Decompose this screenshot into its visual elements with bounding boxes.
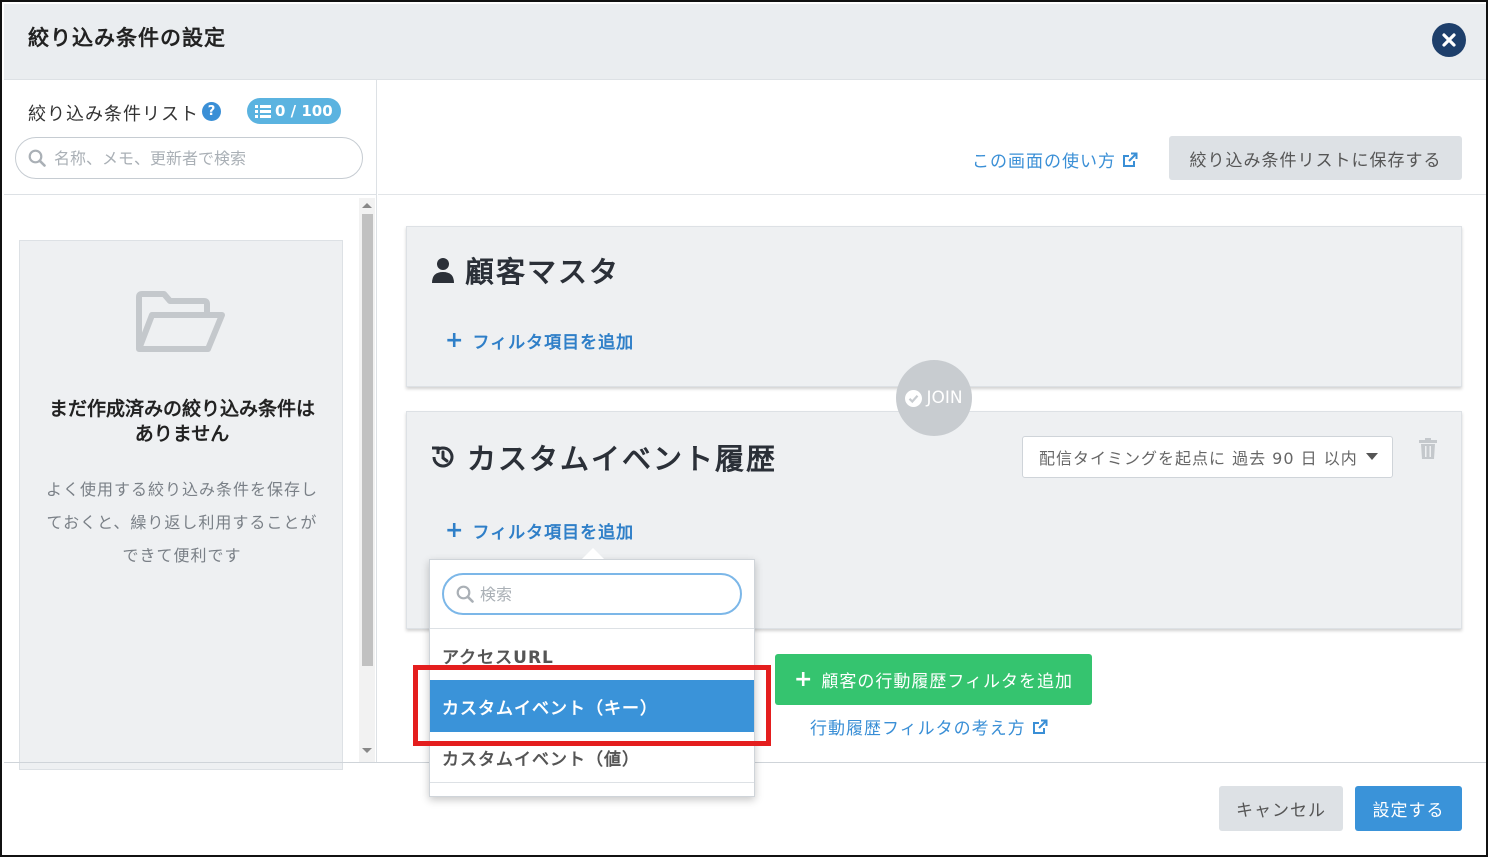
search-icon bbox=[28, 149, 46, 167]
scroll-down-arrow[interactable] bbox=[362, 748, 372, 753]
howto-link[interactable]: この画面の使い方 bbox=[972, 147, 1138, 172]
sidebar-scrollbar[interactable] bbox=[359, 198, 375, 762]
add-filter-label: フィルタ項目を追加 bbox=[472, 333, 635, 353]
filter-list-sidebar: 絞り込み条件リスト ? 0 / 100 まだ作成済みの絞り込み条件はありません bbox=[4, 80, 377, 770]
toolbar-divider bbox=[378, 194, 1486, 195]
timing-select-value: 配信タイミングを起点に 過去 90 日 以内 bbox=[1039, 449, 1358, 468]
timing-select[interactable]: 配信タイミングを起点に 過去 90 日 以内 bbox=[1022, 436, 1393, 478]
external-link-icon bbox=[1123, 152, 1138, 167]
filter-count: 0 / 100 bbox=[275, 102, 333, 120]
dropdown-search-input[interactable] bbox=[480, 584, 730, 604]
custom-event-history-title: カスタムイベント履歴 bbox=[429, 436, 777, 478]
dropdown-item-access-url[interactable]: アクセスURL bbox=[430, 638, 754, 672]
check-circle-icon bbox=[905, 389, 923, 407]
custom-event-history-title-text: カスタムイベント履歴 bbox=[467, 442, 778, 476]
modal-title: 絞り込み条件の設定 bbox=[28, 26, 226, 50]
dropdown-item-custom-event-value[interactable]: カスタムイベント（値） bbox=[430, 738, 754, 776]
plus-icon: + bbox=[445, 517, 465, 543]
plus-icon: + bbox=[793, 666, 814, 692]
filter-count-badge: 0 / 100 bbox=[247, 98, 341, 124]
filter-settings-modal: 絞り込み条件の設定 絞り込み条件リスト ? 0 / 100 名称、メモ、更新者で… bbox=[0, 0, 1488, 857]
user-icon bbox=[432, 258, 454, 283]
customer-master-title-text: 顧客マスタ bbox=[465, 255, 621, 289]
dropdown-divider bbox=[430, 628, 754, 629]
apply-button[interactable]: 設定する bbox=[1355, 786, 1462, 831]
scroll-thumb[interactable] bbox=[362, 214, 373, 666]
external-link-icon bbox=[1032, 719, 1048, 734]
filter-list-title: 絞り込み条件リスト bbox=[28, 104, 199, 125]
add-filter-item-button-2[interactable]: + フィルタ項目を追加 bbox=[445, 518, 634, 543]
add-filter-item-button[interactable]: + フィルタ項目を追加 bbox=[445, 328, 634, 353]
join-label: JOIN bbox=[926, 388, 963, 408]
howto-link-label: この画面の使い方 bbox=[972, 152, 1116, 172]
join-badge: JOIN bbox=[896, 360, 972, 436]
empty-state-description: よく使用する絞り込み条件を保存しておくと、繰り返し利用することができて便利です bbox=[45, 480, 318, 565]
empty-state-title: まだ作成済みの絞り込み条件はありません bbox=[48, 398, 315, 445]
empty-state-panel: まだ作成済みの絞り込み条件はありません よく使用する絞り込み条件を保存しておくと… bbox=[19, 240, 343, 770]
delete-card-button[interactable] bbox=[1419, 438, 1437, 463]
behavior-history-filter-guide-label: 行動履歴フィルタの考え方 bbox=[810, 719, 1026, 739]
filter-item-dropdown: アクセスURL カスタムイベント（キー） カスタムイベント（値） bbox=[429, 559, 755, 797]
caret-down-icon bbox=[1365, 453, 1378, 460]
list-icon bbox=[255, 104, 271, 118]
add-behavior-history-filter-button[interactable]: + 顧客の行動履歴フィルタを追加 bbox=[775, 654, 1092, 705]
search-icon bbox=[456, 585, 474, 603]
modal-header: 絞り込み条件の設定 bbox=[4, 4, 1486, 80]
sidebar-divider bbox=[4, 194, 377, 195]
plus-icon: + bbox=[445, 327, 465, 353]
add-behavior-history-filter-label: 顧客の行動履歴フィルタを追加 bbox=[821, 672, 1074, 692]
cancel-button[interactable]: キャンセル bbox=[1219, 786, 1343, 831]
behavior-history-filter-guide-link[interactable]: 行動履歴フィルタの考え方 bbox=[810, 714, 1048, 739]
trash-icon bbox=[1419, 438, 1437, 459]
filter-list-search-input[interactable] bbox=[54, 148, 344, 168]
dropdown-item-custom-event-key[interactable]: カスタムイベント（キー） bbox=[430, 680, 754, 732]
save-to-list-button[interactable]: 絞り込み条件リストに保存する bbox=[1169, 136, 1462, 180]
history-icon bbox=[432, 446, 454, 468]
dropdown-arrow bbox=[582, 548, 604, 559]
dropdown-bottom-divider bbox=[430, 782, 754, 783]
add-filter-label-2: フィルタ項目を追加 bbox=[472, 523, 635, 543]
folder-open-icon bbox=[136, 291, 225, 352]
filter-list-search[interactable] bbox=[15, 137, 363, 179]
help-icon[interactable]: ? bbox=[202, 102, 221, 121]
close-icon bbox=[1442, 33, 1456, 47]
scroll-up-arrow[interactable] bbox=[362, 203, 372, 208]
close-button[interactable] bbox=[1432, 23, 1466, 57]
dropdown-search[interactable] bbox=[442, 573, 742, 615]
customer-master-title: 顧客マスタ bbox=[431, 249, 620, 291]
